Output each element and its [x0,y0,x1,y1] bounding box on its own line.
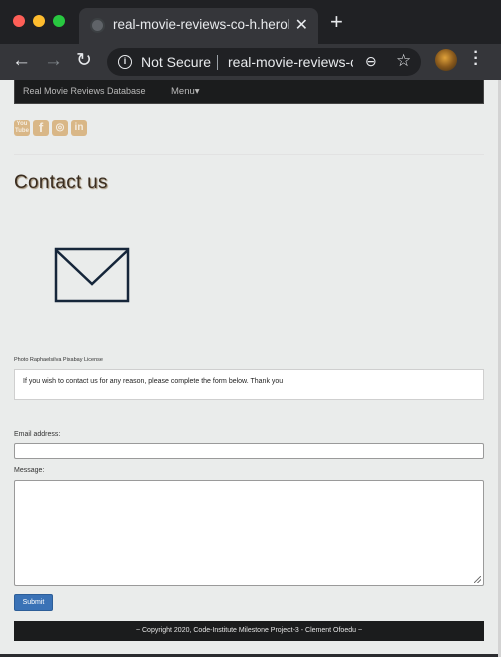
menu-label: Menu [171,86,195,97]
email-label: Email address: [14,431,61,438]
brand-link[interactable]: Real Movie Reviews Database [23,86,146,96]
window-close-button[interactable] [13,15,25,27]
zoom-icon[interactable]: ⊖ [365,53,377,70]
divider [14,154,484,155]
forward-arrow-icon[interactable]: → [44,50,63,72]
avatar[interactable] [435,49,457,71]
tab-title: real-movie-reviews-co-h.herokuapp.com [113,17,289,32]
address-bar[interactable]: i Not Secure real-movie-reviews-co-h.her… [107,48,421,76]
photo-credit: Photo Raphaelsilva Pixabay License [14,357,103,363]
intro-box: If you wish to contact us for any reason… [14,369,484,400]
star-icon[interactable]: ☆ [396,51,411,71]
browser-tab[interactable]: real-movie-reviews-co-h.herokuapp.com ✕ [79,8,318,44]
back-arrow-icon[interactable]: ← [12,50,31,72]
page-title: Contact us [14,172,108,193]
close-icon[interactable]: ✕ [295,15,308,35]
site-navbar: Real Movie Reviews Database Menu▾ [14,80,484,104]
message-label: Message: [14,467,45,474]
reload-icon[interactable]: ↻ [76,50,92,72]
menu-dropdown[interactable]: Menu▾ [171,86,200,97]
footer: ~ Copyright 2020, Code-Institute Milesto… [14,621,484,641]
security-label: Not Secure [141,54,212,70]
url-text[interactable]: real-movie-reviews-co-h.herokuapp.com [228,54,353,70]
facebook-icon[interactable]: f [33,120,49,136]
window-minimize-button[interactable] [33,15,45,27]
window-zoom-button[interactable] [53,15,65,27]
browser-toolbar: ← → ↻ i Not Secure real-movie-reviews-co… [0,44,501,80]
submit-button[interactable]: Submit [14,594,53,611]
instagram-icon[interactable]: ◎ [52,120,68,136]
linkedin-icon[interactable]: in [71,120,87,136]
intro-text: If you wish to contact us for any reason… [23,378,284,385]
caret-down-icon: ▾ [194,86,200,97]
resize-handle[interactable] [474,576,481,583]
plus-icon[interactable]: + [330,11,343,33]
info-icon[interactable]: i [118,55,132,69]
message-field[interactable] [14,480,484,586]
email-field[interactable] [14,443,484,459]
browser-tab-bar: real-movie-reviews-co-h.herokuapp.com ✕ … [0,0,501,44]
envelope-icon [54,247,130,303]
address-separator [217,55,218,70]
youtube-icon[interactable]: You Tube [14,120,30,136]
kebab-menu-icon[interactable]: · · · [472,45,480,73]
globe-icon [90,18,105,33]
page-viewport: Real Movie Reviews Database Menu▾ You Tub… [0,80,498,654]
